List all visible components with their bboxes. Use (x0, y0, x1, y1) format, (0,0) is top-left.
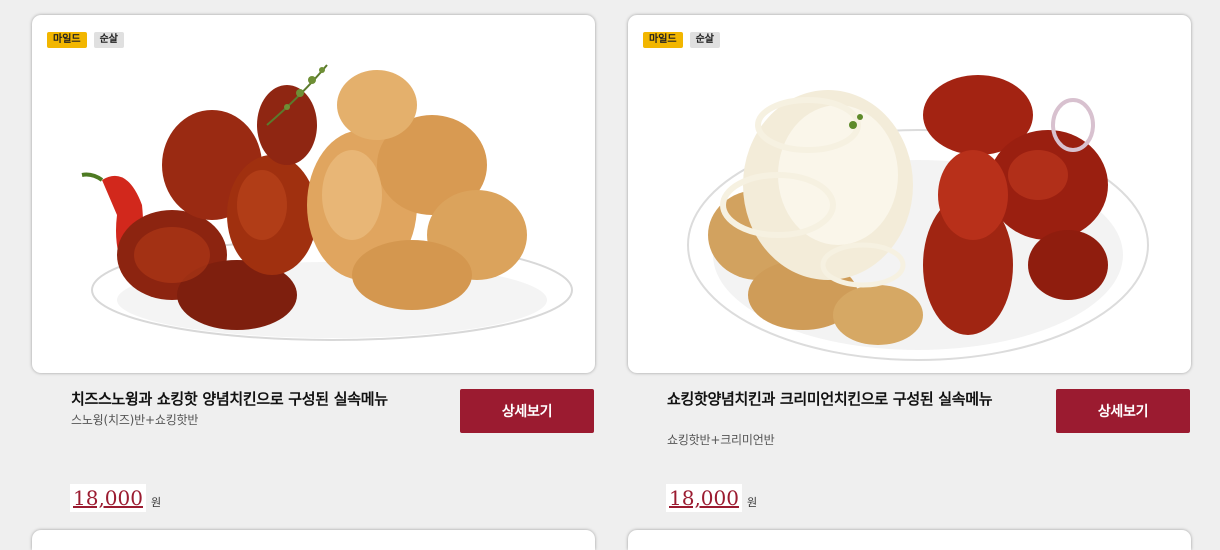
product-card: 마일드 순살 쇼킹핫양념치킨과 크리미언치킨으로 구성된 실속메뉴 쇼킹핫반+크… (627, 0, 1193, 550)
boneless-badge: 순살 (93, 32, 125, 48)
currency-label: 원 (746, 496, 758, 509)
product-subtitle: 쇼킹핫반+크리미언반 (667, 433, 775, 447)
price-value: 18,000 (70, 484, 146, 512)
next-product-card-edge (628, 530, 1191, 550)
product-image[interactable]: 마일드 순살 (628, 15, 1191, 373)
badge-group: 마일드 순살 (47, 32, 125, 48)
chicken-plate-illustration (687, 75, 1149, 361)
price-value: 18,000 (666, 484, 742, 512)
badge-group: 마일드 순살 (643, 32, 721, 48)
currency-label: 원 (150, 496, 162, 509)
product-subtitle: 스노윙(치즈)반+쇼킹핫반 (71, 413, 199, 427)
boneless-badge: 순살 (689, 32, 721, 48)
product-image[interactable]: 마일드 순살 (32, 15, 595, 373)
mild-badge: 마일드 (47, 32, 87, 48)
price-row: 18,000 원 (666, 484, 757, 512)
next-product-card-edge (32, 530, 595, 550)
chicken-plate-illustration (81, 64, 573, 341)
product-card: 마일드 순살 치즈스노윙과 쇼킹핫 양념치킨으로 구성된 실속메뉴 스노윙(치즈… (31, 0, 597, 550)
detail-button[interactable]: 상세보기 (460, 389, 594, 433)
product-title: 치즈스노윙과 쇼킹핫 양념치킨으로 구성된 실속메뉴 (71, 390, 388, 408)
mild-badge: 마일드 (643, 32, 683, 48)
detail-button[interactable]: 상세보기 (1056, 389, 1190, 433)
product-title: 쇼킹핫양념치킨과 크리미언치킨으로 구성된 실속메뉴 (667, 390, 993, 408)
price-row: 18,000 원 (70, 484, 161, 512)
